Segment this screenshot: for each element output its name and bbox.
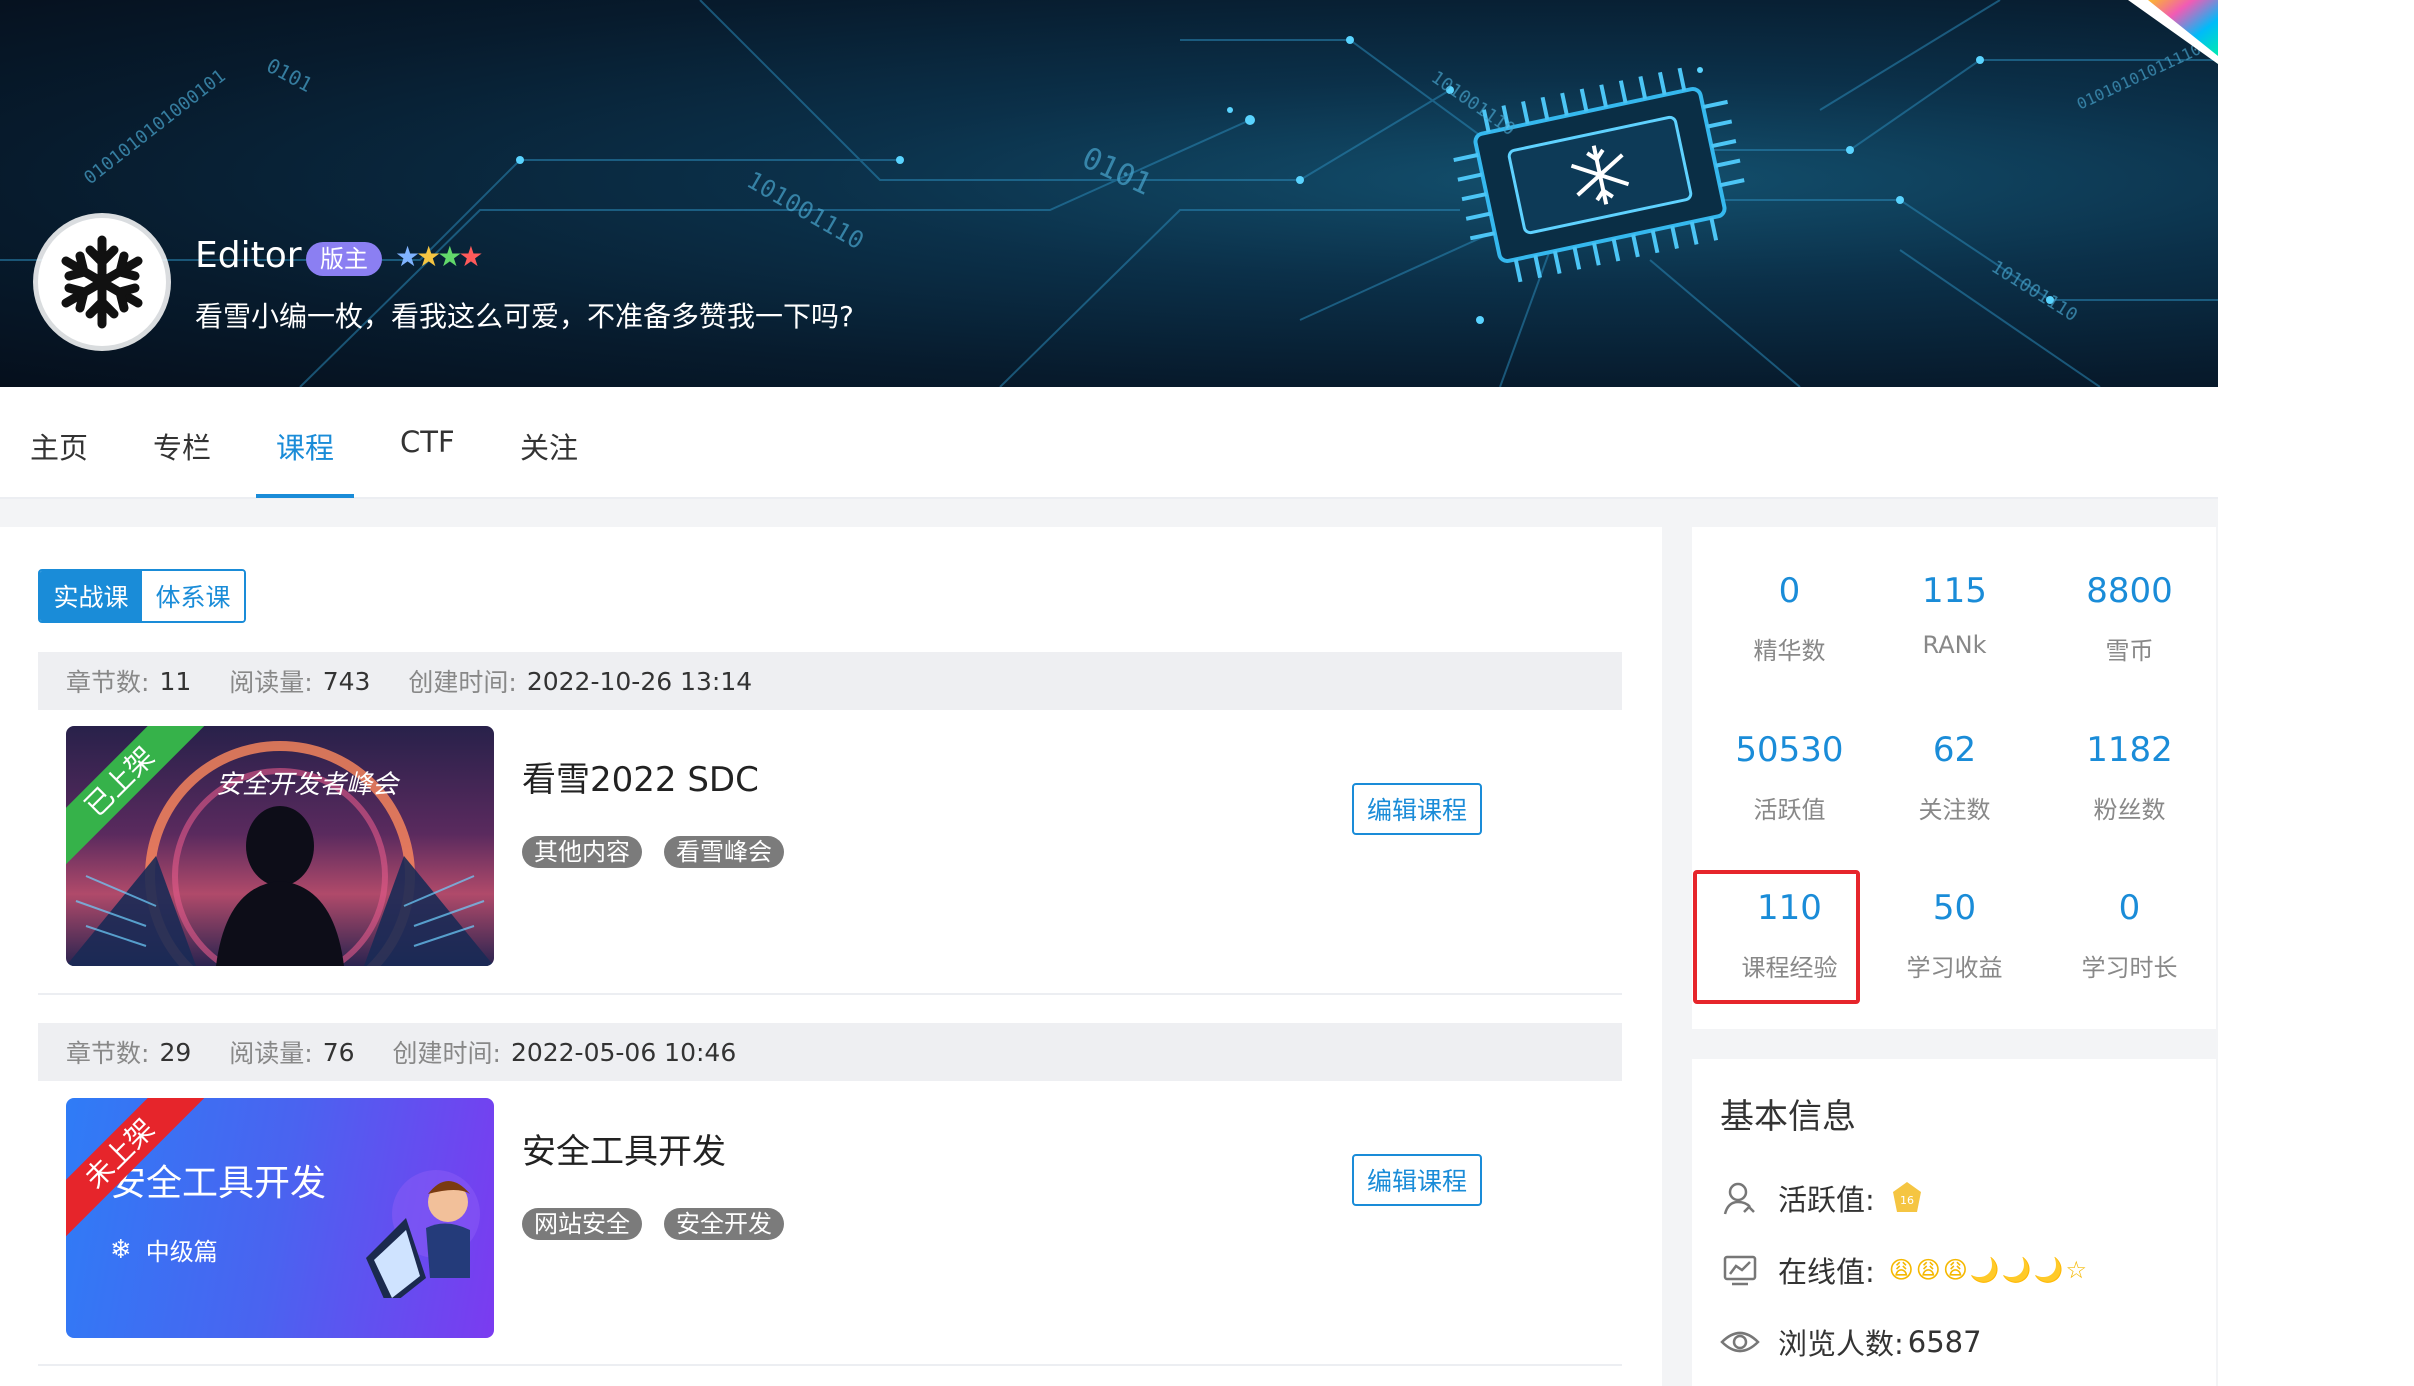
tab-courses[interactable]: 课程 — [276, 425, 334, 467]
system-course-button[interactable]: 体系课 — [142, 571, 244, 621]
user-icon — [1720, 1178, 1760, 1218]
stat-label: RANk — [1922, 631, 1987, 659]
user-bio: 看雪小编一枚，看我这么可爱，不准备多赞我一下吗? — [195, 300, 854, 333]
monitor-chart-icon — [1720, 1250, 1760, 1290]
corner-ribbon-decoration — [2128, 0, 2218, 64]
course-list-panel: 实战课 体系课 章节数: 11 阅读量: 743 创建时间: 2022-10-26 1… — [0, 527, 1662, 1386]
stat-value: 50 — [1932, 888, 1977, 928]
user-avatar[interactable] — [38, 218, 166, 346]
stat-rank[interactable]: 115 RANk — [1867, 571, 2042, 659]
stat-value: 1182 — [2086, 730, 2173, 770]
created-value: 2022-05-06 10:46 — [510, 1037, 737, 1067]
stat-activity[interactable]: 50530 活跃值 — [1702, 730, 1877, 825]
stat-label: 活跃值 — [1753, 796, 1826, 824]
stat-value: 8800 — [2086, 571, 2173, 611]
stat-value: 62 — [1932, 730, 1977, 770]
reads-label: 阅读量: — [229, 668, 313, 697]
stat-label: 粉丝数 — [2093, 796, 2166, 824]
stat-value: 50530 — [1735, 730, 1844, 770]
user-name: Editor — [195, 235, 302, 276]
snowflake-logo-icon — [52, 232, 152, 332]
reads-label: 阅读量: — [229, 1039, 313, 1068]
course-tag[interactable]: 网站安全 — [522, 1208, 642, 1240]
created-label: 创建时间: — [392, 1039, 501, 1068]
stat-label: 学习时长 — [2081, 954, 2178, 982]
created-label: 创建时间: — [408, 668, 517, 697]
rank-stars-icon: ★★★★ — [395, 240, 483, 273]
chapters-label: 章节数: — [66, 1039, 150, 1068]
basic-info-card: 基本信息 活跃值: 16 在线值: 😩😩😩🌙🌙🌙☆ 浏览人数: 6587 — [1692, 1059, 2216, 1386]
snowflake-icon: ❄ — [110, 1234, 132, 1265]
thumb-level: 中级篇 — [145, 1238, 218, 1266]
eye-icon — [1720, 1322, 1760, 1362]
tab-column[interactable]: 专栏 — [153, 425, 211, 467]
course-thumbnail[interactable]: 安全开发者峰会 已上架 — [66, 726, 494, 966]
stat-learning-income[interactable]: 50 学习收益 — [1867, 888, 2042, 983]
stat-following[interactable]: 62 关注数 — [1867, 730, 2042, 825]
stat-followers[interactable]: 1182 粉丝数 — [2042, 730, 2217, 825]
chapters-value: 29 — [159, 1037, 192, 1067]
reads-value: 76 — [322, 1037, 355, 1067]
page-right-margin — [2218, 0, 2414, 1386]
course-type-toggle: 实战课 体系课 — [38, 569, 246, 623]
edit-course-button[interactable]: 编辑课程 — [1352, 783, 1482, 835]
active-tab-indicator — [256, 494, 354, 498]
stat-essence[interactable]: 0 精华数 — [1702, 571, 1877, 666]
thumb-title: 安全工具开发 — [110, 1163, 327, 1204]
binary-text: 0101 — [263, 53, 317, 97]
views-label: 浏览人数: — [1778, 1327, 1904, 1361]
stat-label: 精华数 — [1753, 637, 1826, 665]
stat-learning-time[interactable]: 0 学习时长 — [2042, 888, 2217, 983]
profile-tabs: 主页 专栏 课程 CTF 关注 — [0, 387, 2218, 499]
stat-label: 学习收益 — [1906, 954, 2003, 982]
course-tag[interactable]: 看雪峰会 — [664, 836, 784, 868]
stat-value: 115 — [1922, 571, 1987, 611]
info-online-row: 在线值: 😩😩😩🌙🌙🌙☆ — [1720, 1249, 2089, 1291]
info-activity-row: 活跃值: 16 — [1720, 1177, 1925, 1219]
stat-value: 0 — [1778, 571, 1801, 611]
level-badge-icon: 16 — [1889, 1180, 1925, 1216]
course-tag[interactable]: 安全开发 — [664, 1208, 784, 1240]
course-meta-bar: 章节数: 29 阅读量: 76 创建时间: 2022-05-06 10:46 — [38, 1023, 1622, 1081]
info-views-row: 浏览人数: 6587 — [1720, 1321, 1982, 1363]
stat-label: 关注数 — [1918, 796, 1991, 824]
basic-info-title: 基本信息 — [1720, 1097, 1856, 1137]
stat-coins[interactable]: 8800 雪币 — [2042, 571, 2217, 666]
course-divider — [38, 993, 1622, 995]
course-title[interactable]: 看雪2022 SDC — [522, 752, 759, 801]
activity-label: 活跃值: — [1778, 1183, 1875, 1217]
highlight-box — [1693, 870, 1860, 1004]
course-meta-bar: 章节数: 11 阅读量: 743 创建时间: 2022-10-26 13:14 — [38, 652, 1622, 710]
chapters-value: 11 — [159, 666, 192, 696]
stat-value: 0 — [2118, 888, 2141, 928]
online-label: 在线值: — [1778, 1255, 1875, 1289]
course-divider — [38, 1364, 1622, 1366]
views-value: 6587 — [1907, 1325, 1982, 1359]
chapters-label: 章节数: — [66, 668, 150, 697]
stat-label: 雪币 — [2105, 637, 2154, 665]
course-tag[interactable]: 其他内容 — [522, 836, 642, 868]
created-value: 2022-10-26 13:14 — [526, 666, 753, 696]
course-title[interactable]: 安全工具开发 — [522, 1124, 726, 1173]
edit-course-button[interactable]: 编辑课程 — [1352, 1154, 1482, 1206]
tab-ctf[interactable]: CTF — [400, 425, 455, 459]
level-badge-number: 16 — [1900, 1194, 1914, 1207]
practical-course-button[interactable]: 实战课 — [40, 571, 142, 621]
binary-text: 0101010101000101 — [80, 66, 230, 189]
poster-caption: 安全开发者峰会 — [216, 770, 399, 800]
online-level-icons: 😩😩😩🌙🌙🌙☆ — [1888, 1256, 2090, 1284]
tab-home[interactable]: 主页 — [30, 425, 88, 467]
tab-follow[interactable]: 关注 — [520, 425, 578, 467]
profile-banner: 0101 0101010101000101 101001110 0101 101… — [0, 0, 2218, 387]
binary-text: 101001110 — [1987, 256, 2081, 326]
course-thumbnail[interactable]: 安全工具开发 ❄ 中级篇 未上架 — [66, 1098, 494, 1338]
developer-illustration — [366, 1170, 480, 1298]
role-badge: 版主 — [306, 242, 382, 276]
reads-value: 743 — [322, 666, 371, 696]
